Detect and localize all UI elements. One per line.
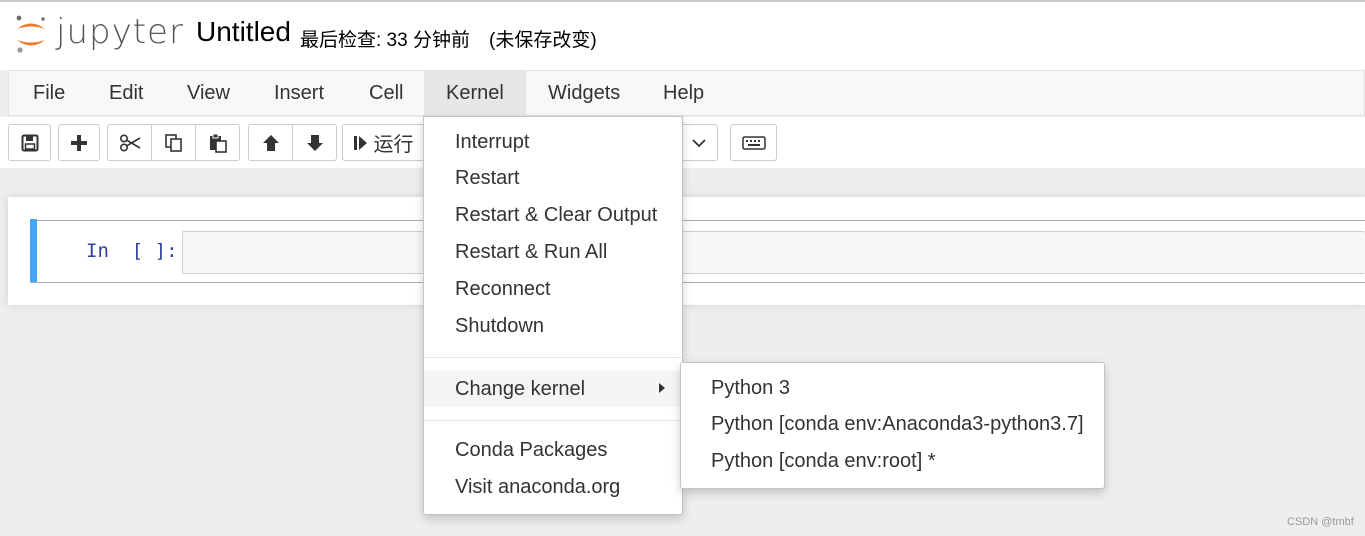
- copy-button[interactable]: [151, 124, 196, 161]
- checkpoint-status: 最后检查: 33 分钟前: [300, 30, 470, 51]
- kernel-menu-change-kernel[interactable]: Change kernel: [424, 371, 682, 407]
- save-button[interactable]: [8, 124, 51, 161]
- move-up-button[interactable]: [248, 124, 293, 161]
- arrow-up-icon: [262, 134, 279, 151]
- menu-cell[interactable]: Cell: [347, 71, 425, 115]
- menu-help[interactable]: Help: [641, 71, 726, 115]
- run-button[interactable]: 运行: [342, 124, 424, 161]
- save-icon: [21, 134, 38, 151]
- kernel-menu-restart-run-all[interactable]: Restart & Run All: [424, 234, 682, 270]
- menu-insert[interactable]: Insert: [252, 71, 346, 115]
- watermark: CSDN @tmbf: [1287, 516, 1354, 528]
- notebook-title[interactable]: Untitled: [196, 16, 291, 48]
- caret-right-icon: [659, 383, 665, 393]
- toolbar-group-insert: [58, 124, 100, 161]
- chevron-down-icon: [691, 138, 706, 147]
- menu-edit[interactable]: Edit: [87, 71, 165, 115]
- menu-view[interactable]: View: [165, 71, 252, 115]
- cell-type-select[interactable]: [680, 124, 718, 161]
- command-palette-button[interactable]: [730, 124, 777, 161]
- cell-code-input[interactable]: [182, 231, 1365, 274]
- toolbar-group-commands: [730, 124, 777, 161]
- kernel-menu-visit-anaconda[interactable]: Visit anaconda.org: [424, 469, 682, 505]
- run-button-label: 运行: [373, 134, 414, 156]
- kernel-menu-interrupt[interactable]: Interrupt: [424, 124, 682, 160]
- change-kernel-submenu: Python 3 Python [conda env:Anaconda3-pyt…: [680, 362, 1105, 489]
- change-kernel-label: Change kernel: [455, 378, 586, 400]
- kernel-menu-restart[interactable]: Restart: [424, 160, 682, 196]
- insert-cell-button[interactable]: [58, 124, 100, 161]
- kernel-menu-shutdown[interactable]: Shutdown: [424, 308, 682, 344]
- kernel-menu-reconnect[interactable]: Reconnect: [424, 271, 682, 307]
- paste-button[interactable]: [195, 124, 240, 161]
- kernel-option-anaconda3-python37[interactable]: Python [conda env:Anaconda3-python3.7]: [681, 406, 1104, 442]
- scissors-icon: [119, 133, 140, 152]
- copy-icon: [164, 133, 182, 152]
- jupyter-logo-icon[interactable]: [14, 12, 48, 56]
- logo-text: jupyter: [56, 12, 184, 52]
- menubar: File Edit View Insert Cell Kernel Widget…: [8, 70, 1365, 116]
- menu-divider: [424, 420, 682, 421]
- cut-button[interactable]: [107, 124, 152, 161]
- save-status: (未保存改变): [489, 30, 597, 51]
- kernel-menu-restart-clear-output[interactable]: Restart & Clear Output: [424, 197, 682, 233]
- toolbar-group-run: 运行: [342, 124, 424, 161]
- kernel-menu-conda-packages[interactable]: Conda Packages: [424, 432, 682, 468]
- toolbar-group-move: [248, 124, 337, 161]
- keyboard-icon: [741, 135, 766, 150]
- run-icon: [353, 135, 367, 150]
- kernel-option-conda-root[interactable]: Python [conda env:root] *: [681, 443, 1104, 479]
- header: jupyter Untitled 最后检查: 33 分钟前 (未保存改变): [0, 0, 1365, 70]
- kernel-option-python3[interactable]: Python 3: [681, 370, 1104, 406]
- move-down-button[interactable]: [292, 124, 337, 161]
- menu-widgets[interactable]: Widgets: [526, 71, 642, 115]
- input-prompt: In [ ]:: [86, 240, 178, 262]
- toolbar-group-save: [8, 124, 51, 161]
- plus-icon: [71, 134, 87, 151]
- menu-kernel[interactable]: Kernel: [424, 71, 526, 115]
- menu-divider: [424, 357, 682, 358]
- toolbar-group-clipboard: [107, 124, 240, 161]
- paste-icon: [209, 133, 227, 153]
- kernel-menu: Interrupt Restart Restart & Clear Output…: [423, 116, 683, 515]
- cell-selected-indicator: [30, 219, 37, 282]
- menu-file[interactable]: File: [11, 71, 87, 115]
- arrow-down-icon: [306, 134, 323, 151]
